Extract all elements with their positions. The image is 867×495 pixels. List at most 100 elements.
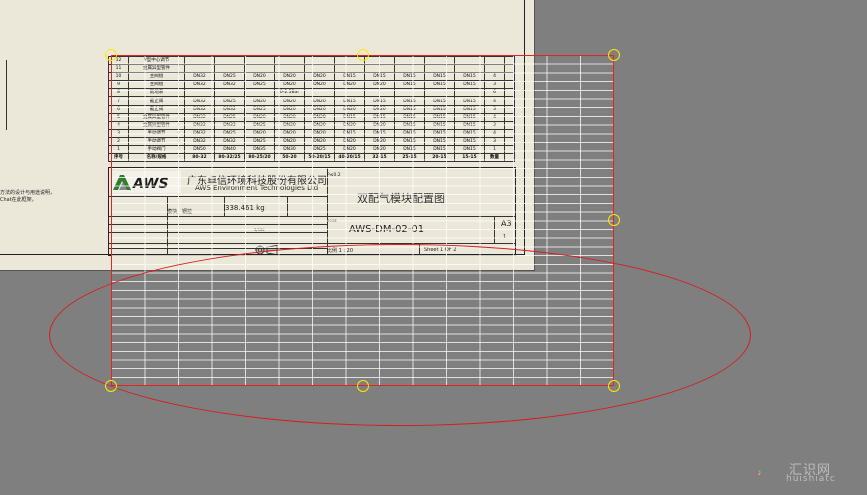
bom-cell: DN20: [334, 120, 365, 130]
annotation-ellipse[interactable]: [49, 244, 751, 426]
bom-cell: DN20: [304, 80, 335, 90]
bom-cell: 80-32/25: [214, 153, 245, 163]
bom-cell: DN32: [184, 112, 215, 122]
bom-cell: [334, 88, 365, 98]
bom-cell: [424, 64, 455, 74]
revision-value: 1: [503, 234, 507, 240]
bom-cell: [454, 55, 485, 66]
bom-cell: 1: [108, 145, 129, 155]
bom-cell: [484, 55, 505, 66]
bom-cell: DN25: [244, 80, 275, 90]
bom-cell: [364, 88, 395, 98]
bom-cell: DN32: [214, 80, 245, 90]
bom-cell: DN32: [184, 136, 215, 147]
dimension-line: [0, 60, 7, 130]
bom-cell: DN15: [394, 96, 425, 106]
bom-cell: DN20: [244, 112, 275, 122]
bom-cell: DN15: [454, 104, 485, 114]
drawing-notes: 方法的设计与用途说明， Chat在此框架，: [0, 190, 55, 204]
resize-handle-top-middle[interactable]: [357, 49, 369, 61]
bom-cell: DN20: [274, 104, 305, 114]
notes-line-1: 方法的设计与用途说明，: [0, 190, 56, 196]
bom-cell: [504, 80, 515, 90]
bom-cell: DN15: [364, 112, 395, 122]
bom-cell: 序号: [108, 153, 129, 163]
bom-cell: DN32: [184, 128, 215, 138]
bom-cell: [504, 136, 515, 147]
bom-row: 3 手动调节 DN32 DN25 DN20 DN20 DN20 DN15 DN15 DN15 DN1…: [108, 128, 515, 138]
bom-cell: [504, 128, 515, 138]
resize-handle-top-left[interactable]: [105, 49, 117, 61]
bom-cell: [184, 55, 215, 66]
bom-cell: DN15: [334, 72, 365, 82]
bom-cell: DN25: [214, 128, 245, 138]
bom-cell: [394, 55, 425, 66]
resize-handle-bottom-middle[interactable]: [357, 380, 369, 392]
bom-cell: [244, 64, 275, 74]
title-block[interactable]: AWS 广东卓信环境科技股份有限公司 AWS Environment Techn…: [108, 167, 516, 256]
bom-cell: DN15: [424, 136, 455, 147]
bom-cell: DN20: [244, 96, 275, 106]
bom-cell: [504, 72, 515, 82]
bom-cell: [244, 55, 275, 66]
bom-cell: DN40: [214, 145, 245, 155]
bom-cell: 3: [484, 104, 505, 114]
bom-cell: [504, 96, 515, 106]
bom-cell: [274, 64, 305, 74]
bom-cell: 20-15: [424, 153, 455, 163]
bom-cell: DN15: [394, 128, 425, 138]
bom-table[interactable]: 12 V型中心调节 11 金属异型管件 10 主阀组 DN32 DN25 DN20 DN20 DN2…: [108, 55, 515, 163]
bom-cell: DN20: [274, 120, 305, 130]
bom-cell: [304, 55, 335, 66]
bom-cell: DN32: [184, 120, 215, 130]
bom-cell: 9: [108, 80, 129, 90]
resize-handle-middle-right[interactable]: [608, 214, 620, 226]
bom-cell: DN25: [214, 72, 245, 82]
bom-cell: 金属异型管件: [128, 120, 185, 130]
bom-cell: DN15: [454, 120, 485, 130]
bom-cell: DN35: [244, 145, 275, 155]
bom-row: 4 金属异型管件 DN32 DN32 DN25 DN20 DN20 DN20 DN20 DN15 D…: [108, 120, 515, 130]
bom-cell: 32-15: [364, 153, 395, 163]
bom-cell: DN15: [424, 80, 455, 90]
bom-cell: DN15: [454, 80, 485, 90]
bom-cell: DN20: [364, 120, 395, 130]
bom-cell: DN20: [334, 80, 365, 90]
bom-cell: DN15: [454, 128, 485, 138]
resize-handle-bottom-left[interactable]: [105, 380, 117, 392]
bom-cell: DN32: [184, 96, 215, 106]
bom-cell: [454, 64, 485, 74]
bom-cell: 3: [108, 128, 129, 138]
bom-cell: 4: [484, 128, 505, 138]
bom-cell: 6: [484, 88, 505, 98]
bom-cell: 金属异型管件: [128, 64, 185, 74]
bom-cell: DN15: [394, 120, 425, 130]
bom-cell: DN25: [244, 136, 275, 147]
bom-cell: [394, 64, 425, 74]
bom-cell: DN20: [364, 80, 395, 90]
bom-cell: DN15: [424, 128, 455, 138]
bom-cell: DN20: [334, 104, 365, 114]
resize-handle-top-right[interactable]: [608, 49, 620, 61]
bom-cell: [244, 88, 275, 98]
bom-cell: DN50: [184, 145, 215, 155]
resize-handle-bottom-right[interactable]: [608, 380, 620, 392]
bom-cell: DN15: [394, 112, 425, 122]
bom-cell: DN15: [394, 72, 425, 82]
bom-cell: 10: [108, 72, 129, 82]
bom-cell: DN15: [364, 128, 395, 138]
bom-cell: 80-32: [184, 153, 215, 163]
bom-cell: DN20: [304, 112, 335, 122]
bom-cell: [484, 64, 505, 74]
bom-cell: DN15: [394, 136, 425, 147]
drawing-sheet: 方法的设计与用途说明， Chat在此框架， 12 V型中心调节 11 金属异型管件 10…: [0, 0, 535, 271]
notes-line-2: Chat在此框架，: [0, 197, 37, 203]
bom-cell: DN20: [274, 80, 305, 90]
bom-cell: DN20: [304, 96, 335, 106]
bom-cell: [424, 88, 455, 98]
bom-cell: 4: [484, 96, 505, 106]
bom-row: 7 截止阀 DN32 DN25 DN20 DN20 DN20 DN15 DN15 DN15 DN15…: [108, 96, 515, 106]
bom-cell: [504, 104, 515, 114]
bom-cell: 名称/规格: [128, 153, 185, 163]
bom-cell: DN20: [304, 104, 335, 114]
